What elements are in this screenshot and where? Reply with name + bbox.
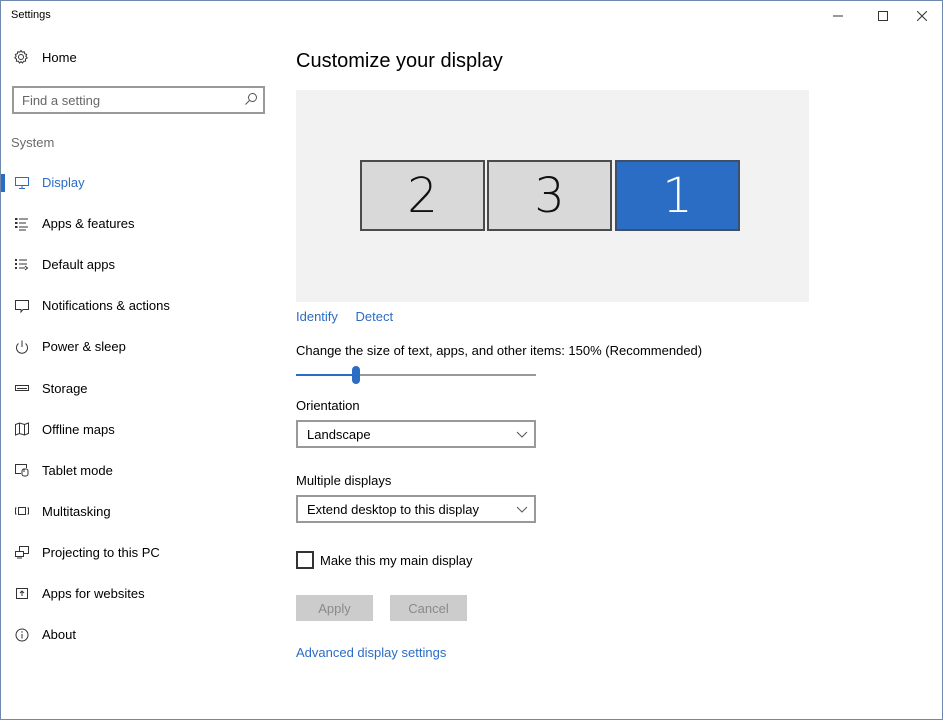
sidebar-item-apps-features[interactable]: Apps & features — [1, 203, 281, 244]
sidebar-nav: Display Apps & features Default apps Not… — [1, 162, 281, 655]
sidebar-item-tablet-mode[interactable]: Tablet mode — [1, 450, 281, 491]
orientation-label: Orientation — [296, 398, 360, 413]
settings-window: Settings Home System — [0, 0, 943, 720]
orientation-dropdown[interactable]: Landscape — [296, 420, 536, 448]
sidebar-item-offline-maps[interactable]: Offline maps — [1, 409, 281, 450]
sidebar-item-label: Display — [42, 175, 85, 191]
monitor-2[interactable]: 2 — [360, 160, 485, 231]
apps-websites-icon — [14, 585, 30, 601]
minimize-icon — [833, 15, 843, 17]
sidebar-item-label: Apps & features — [42, 216, 135, 232]
map-icon — [14, 421, 30, 437]
sidebar: Home System Display Apps & features — [1, 31, 281, 711]
slider-thumb[interactable] — [352, 366, 360, 384]
monitor-1[interactable]: 1 — [615, 160, 740, 231]
sidebar-item-projecting[interactable]: Projecting to this PC — [1, 532, 281, 573]
sidebar-item-default-apps[interactable]: Default apps — [1, 244, 281, 285]
display-links: Identify Detect — [296, 309, 407, 324]
gear-icon — [14, 49, 28, 64]
page-title: Customize your display — [296, 50, 503, 72]
sidebar-item-label: Offline maps — [42, 421, 115, 437]
sidebar-item-label: About — [42, 627, 76, 643]
search-box[interactable] — [12, 86, 265, 114]
minimize-button[interactable] — [818, 1, 858, 31]
detect-link[interactable]: Detect — [356, 309, 394, 324]
monitor-number: 3 — [534, 167, 565, 224]
chevron-down-icon — [516, 506, 528, 513]
default-apps-icon — [14, 257, 30, 273]
maximize-icon — [878, 11, 888, 21]
title-bar: Settings — [1, 1, 942, 31]
sidebar-item-label: Apps for websites — [42, 585, 145, 601]
maximize-button[interactable] — [863, 1, 903, 31]
main-display-checkbox-label: Make this my main display — [320, 552, 473, 568]
projecting-icon — [14, 544, 30, 560]
slider-fill — [296, 374, 356, 376]
info-icon — [14, 627, 30, 643]
tablet-mode-icon — [14, 462, 30, 478]
sidebar-item-label: Storage — [42, 380, 88, 396]
close-button[interactable] — [902, 1, 942, 31]
scale-slider[interactable] — [296, 366, 536, 386]
orientation-value: Landscape — [307, 426, 371, 442]
multitasking-icon — [14, 503, 30, 519]
sidebar-item-storage[interactable]: Storage — [1, 367, 281, 408]
notification-icon — [14, 298, 30, 314]
identify-link[interactable]: Identify — [296, 309, 338, 324]
multiple-displays-value: Extend desktop to this display — [307, 501, 479, 517]
sidebar-item-power-sleep[interactable]: Power & sleep — [1, 326, 281, 367]
chevron-down-icon — [516, 431, 528, 438]
main-display-checkbox[interactable] — [296, 551, 314, 569]
list-icon — [14, 216, 30, 232]
sidebar-item-label: Projecting to this PC — [42, 544, 160, 560]
sidebar-item-about[interactable]: About — [1, 614, 281, 655]
search-icon[interactable] — [244, 92, 258, 106]
scale-label: Change the size of text, apps, and other… — [296, 343, 703, 358]
sidebar-item-label: Default apps — [42, 257, 115, 273]
cancel-button[interactable]: Cancel — [390, 595, 467, 621]
monitor-number: 1 — [662, 167, 693, 224]
monitor-number: 2 — [407, 167, 438, 224]
apply-button[interactable]: Apply — [296, 595, 373, 621]
advanced-display-settings-link[interactable]: Advanced display settings — [296, 645, 446, 660]
sidebar-item-display[interactable]: Display — [1, 162, 281, 203]
home-label: Home — [42, 49, 77, 65]
monitor-icon — [14, 175, 30, 191]
close-icon — [917, 11, 927, 21]
window-title: Settings — [11, 9, 51, 21]
sidebar-item-label: Multitasking — [42, 503, 111, 519]
power-icon — [14, 339, 30, 355]
sidebar-item-multitasking[interactable]: Multitasking — [1, 491, 281, 532]
sidebar-item-label: Power & sleep — [42, 339, 126, 355]
storage-icon — [14, 380, 30, 396]
home-nav-item[interactable]: Home — [13, 49, 77, 65]
multiple-displays-label: Multiple displays — [296, 473, 392, 488]
monitor-3[interactable]: 3 — [487, 160, 612, 231]
multiple-displays-dropdown[interactable]: Extend desktop to this display — [296, 495, 536, 523]
sidebar-item-notifications[interactable]: Notifications & actions — [1, 285, 281, 326]
display-arrangement-area: 2 3 1 — [296, 90, 809, 302]
sidebar-item-apps-websites[interactable]: Apps for websites — [1, 573, 281, 614]
search-input[interactable] — [14, 88, 234, 112]
main-display-option[interactable]: Make this my main display — [296, 551, 472, 569]
sidebar-item-label: Tablet mode — [42, 462, 113, 478]
sidebar-item-label: Notifications & actions — [42, 298, 170, 314]
section-label-system: System — [11, 135, 55, 150]
